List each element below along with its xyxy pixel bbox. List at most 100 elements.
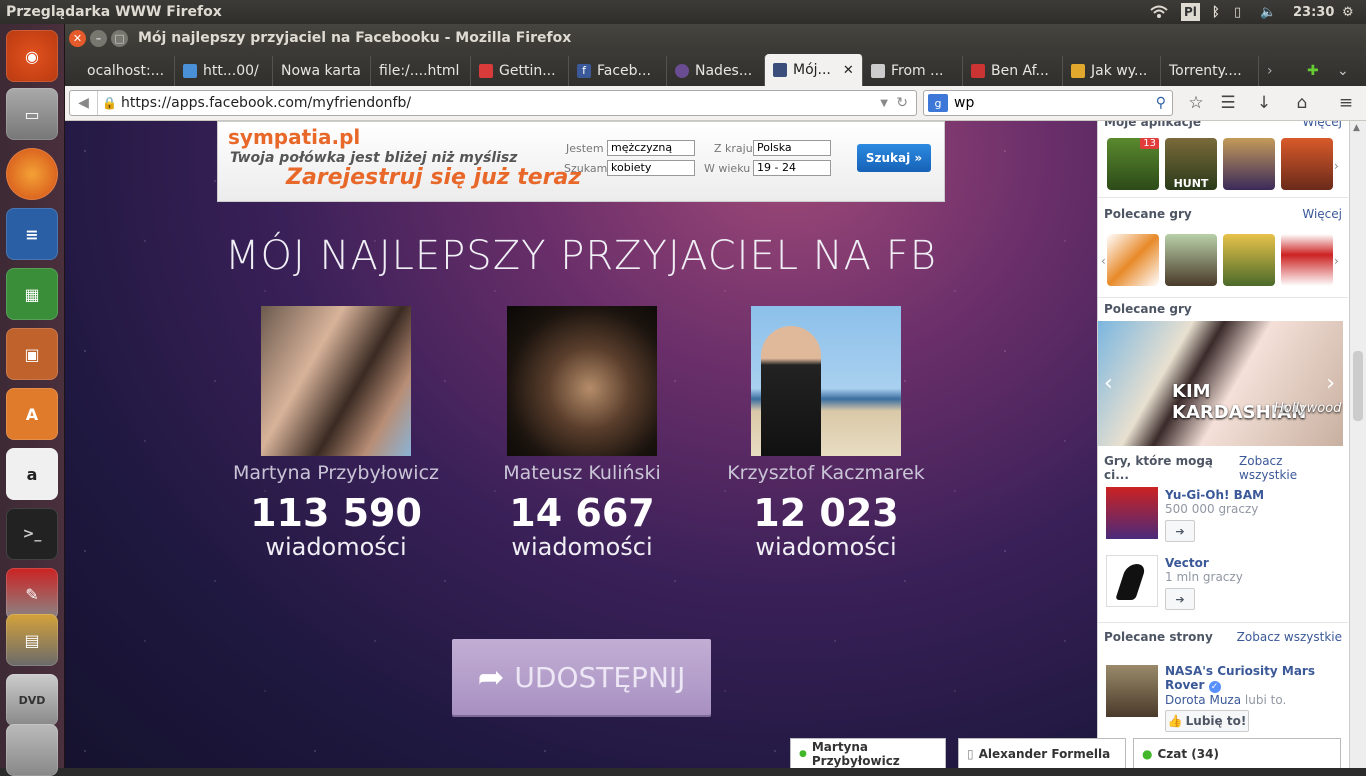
ad-cta[interactable]: Zarejestruj się już teraz <box>286 165 581 190</box>
trash-icon[interactable] <box>6 724 58 776</box>
chat-main-tab[interactable]: ● Czat (34) <box>1133 738 1341 768</box>
vector-game-icon[interactable] <box>1106 555 1158 607</box>
workspace-icon[interactable]: ▤ <box>6 614 58 666</box>
tab-new[interactable]: Nowa karta <box>273 56 371 86</box>
url-bar[interactable]: ◀ 🔒 https://apps.facebook.com/myfriendon… <box>69 90 917 116</box>
yugioh-game-icon[interactable] <box>1106 487 1158 539</box>
archer-game-icon[interactable] <box>1165 234 1217 286</box>
settings-icon[interactable]: ✎ <box>6 568 58 620</box>
friend-photo[interactable] <box>751 306 901 456</box>
software-center-icon[interactable]: A <box>6 388 58 440</box>
tab-jak[interactable]: Jak wy... <box>1063 56 1161 86</box>
maximize-icon[interactable]: □ <box>111 29 128 47</box>
battery-icon[interactable]: ▯ <box>1234 0 1241 24</box>
firefox-icon[interactable] <box>6 148 58 200</box>
play-game-button[interactable]: ➔ <box>1165 588 1195 610</box>
warrior-game-icon[interactable] <box>1223 138 1275 190</box>
chevron-left-icon[interactable]: ‹ <box>1101 254 1106 268</box>
szukam-select[interactable]: kobiety <box>607 160 695 176</box>
tab-getting[interactable]: Gettin... <box>471 56 569 86</box>
friend-photo[interactable] <box>261 306 411 456</box>
tab-facebook[interactable]: f Faceb... <box>569 56 667 86</box>
chat-tab[interactable]: ● Martyna Przybyłowicz <box>790 738 946 768</box>
my-apps-more-link[interactable]: Więcej <box>1302 121 1342 129</box>
calc-icon[interactable]: ▦ <box>6 268 58 320</box>
jestem-select[interactable]: mężczyzną <box>607 140 695 156</box>
chevron-right-icon[interactable]: › <box>1334 159 1339 173</box>
share-button[interactable]: ➦ UDOSTĘPNIJ <box>452 639 711 715</box>
banner-prev-icon[interactable]: ‹ <box>1104 371 1113 396</box>
url-text[interactable]: https://apps.facebook.com/myfriendonfb/ <box>121 95 411 111</box>
amazon-icon[interactable]: a <box>6 448 58 500</box>
chat-tab[interactable]: ▯ Alexander Formella <box>958 738 1126 768</box>
search-bar[interactable]: g wp ⚲ <box>923 90 1173 116</box>
app-thumb-icon[interactable]: 13 <box>1107 138 1159 190</box>
rec-pages-more-link[interactable]: Zobacz wszystkie <box>1237 630 1342 644</box>
bluetooth-icon[interactable]: ᛒ <box>1212 0 1220 24</box>
back-arrow-icon[interactable]: ◀ <box>70 91 98 115</box>
tab-from[interactable]: From ... <box>863 56 963 86</box>
game-name[interactable]: Yu-Gi-Oh! BAM <box>1165 488 1264 502</box>
sympatia-logo[interactable]: sympatia.pl <box>228 125 360 149</box>
racing-game-icon[interactable] <box>1107 234 1159 286</box>
impress-icon[interactable]: ▣ <box>6 328 58 380</box>
google-icon[interactable]: g <box>928 94 948 112</box>
like-page-button[interactable]: 👍 Lubię to! <box>1165 710 1249 732</box>
nasa-page-thumbnail[interactable] <box>1106 665 1158 717</box>
play-game-button[interactable]: ➔ <box>1165 520 1195 542</box>
download-icon[interactable]: ↓ <box>1253 92 1275 114</box>
tab-ben[interactable]: Ben Af... <box>963 56 1063 86</box>
hunt-game-icon[interactable]: HUNT <box>1165 138 1217 190</box>
tab-moj-active[interactable]: Mój... ✕ <box>765 54 863 86</box>
search-icon[interactable]: ⚲ <box>1156 95 1166 111</box>
tab-scroll-right-icon[interactable]: › <box>1259 56 1299 86</box>
files-icon[interactable]: ▭ <box>6 88 58 140</box>
reload-icon[interactable]: ↻ <box>896 95 908 111</box>
soldier-game-icon[interactable] <box>1223 234 1275 286</box>
volume-icon[interactable]: 🔈 <box>1260 0 1276 24</box>
ubuntu-logo-icon[interactable]: ◉ <box>6 30 58 82</box>
home-icon[interactable]: ⌂ <box>1291 92 1313 114</box>
tab-nades[interactable]: Nades... <box>667 56 765 86</box>
scrollbar-thumb[interactable] <box>1353 351 1363 421</box>
search-input[interactable]: wp <box>954 95 974 111</box>
tab-htt[interactable]: htt...00/ <box>175 56 273 86</box>
minimize-icon[interactable]: – <box>90 29 107 47</box>
wiek-select[interactable]: 19 - 24 <box>753 160 831 176</box>
page-liker[interactable]: Dorota Muza <box>1165 693 1241 707</box>
wifi-icon[interactable] <box>1150 0 1168 24</box>
new-tab-icon[interactable]: ✚ <box>1299 56 1329 86</box>
terminal-icon[interactable]: >_ <box>6 508 58 560</box>
tab-torrenty[interactable]: Torrenty.... <box>1161 56 1259 86</box>
tab-file[interactable]: file:/....html <box>371 56 471 86</box>
gear-icon[interactable]: ⚙ <box>1342 0 1354 24</box>
menu-icon[interactable]: ≡ <box>1335 92 1357 114</box>
banner-next-icon[interactable]: › <box>1326 371 1335 396</box>
clock[interactable]: 23:30 <box>1293 0 1334 24</box>
close-tab-icon[interactable]: ✕ <box>843 63 854 78</box>
keyboard-layout-indicator[interactable]: Pl <box>1181 3 1200 21</box>
friend-photo[interactable] <box>507 306 657 456</box>
kraj-select[interactable]: Polska <box>753 140 831 156</box>
bookmarks-icon[interactable]: ☰ <box>1217 92 1239 114</box>
ad-search-button[interactable]: Szukaj » <box>857 144 931 172</box>
tab-localhost[interactable]: ocalhost:... <box>79 56 175 86</box>
hero-game-icon[interactable] <box>1281 138 1333 190</box>
writer-icon[interactable]: ≡ <box>6 208 58 260</box>
chevron-down-icon[interactable]: ⌄ <box>1329 56 1355 86</box>
dvd-icon[interactable]: DVD <box>6 674 58 726</box>
shield-game-icon[interactable] <box>1281 234 1333 286</box>
page-scrollbar[interactable]: ▲ <box>1349 121 1366 768</box>
page-name[interactable]: NASA's Curiosity Mars Rover ✓ <box>1165 664 1335 693</box>
url-dropdown-icon[interactable]: ▼ <box>880 98 888 109</box>
featured-game-banner[interactable]: KIM KARDASHIAN Hollywood ‹ › <box>1098 321 1343 446</box>
bookmark-star-icon[interactable]: ☆ <box>1185 92 1207 114</box>
friends-games-more-link[interactable]: Zobacz wszystkie <box>1239 454 1342 482</box>
rec-games-more-link[interactable]: Więcej <box>1302 207 1342 221</box>
game-name[interactable]: Vector <box>1165 556 1243 570</box>
sympatia-ad-banner[interactable]: sympatia.pl Twoja połówka jest bliżej ni… <box>217 121 945 202</box>
chevron-right-icon[interactable]: › <box>1334 254 1339 268</box>
scroll-up-icon[interactable]: ▲ <box>1353 123 1360 133</box>
close-icon[interactable]: ✕ <box>69 29 86 47</box>
active-app-title: Przeglądarka WWW Firefox <box>6 4 222 20</box>
